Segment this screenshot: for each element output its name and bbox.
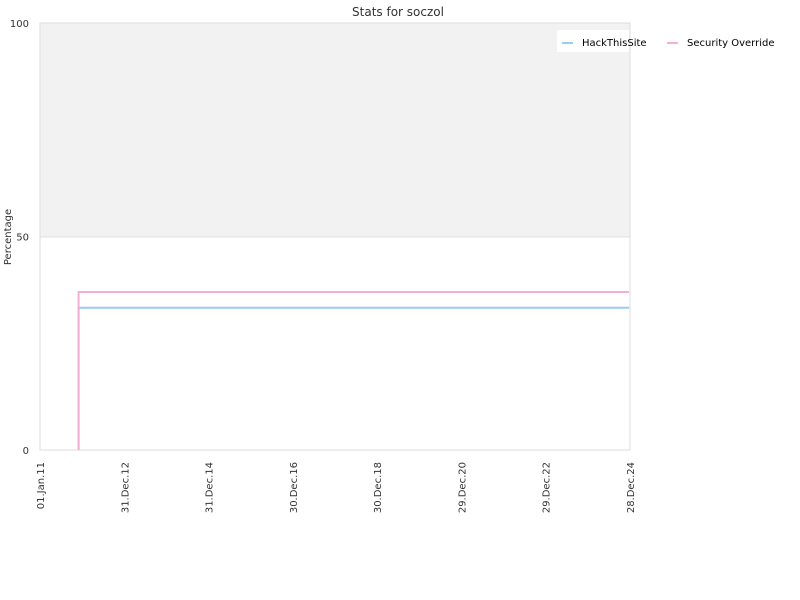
x-tick-label: 31.Dec.12 [120,462,131,513]
upper-band [40,23,630,237]
chart-title: Stats for soczol [352,5,444,19]
x-tick-label: 30.Dec.16 [289,462,300,513]
series-line-hackthissite [77,306,630,450]
x-tick-label: 28.Dec.24 [626,462,637,513]
legend-label: HackThisSite [582,38,647,49]
legend-label: Security Override [687,38,775,49]
x-tick-label: 31.Dec.14 [205,462,216,513]
x-tick-label: 01.Jan.11 [36,462,47,509]
y-axis-label: Percentage [3,209,14,265]
x-tick-label: 30.Dec.18 [373,462,384,513]
y-tick-label: 100 [10,19,29,30]
y-tick-label: 0 [23,446,29,457]
series-line-security-override [77,291,630,450]
chart: Stats for soczol Percentage 0 50 100 01.Ja… [3,5,775,513]
y-tick-label: 50 [16,233,29,244]
x-tick-label: 29.Dec.20 [457,462,468,513]
x-tick-label: 29.Dec.22 [542,462,553,513]
